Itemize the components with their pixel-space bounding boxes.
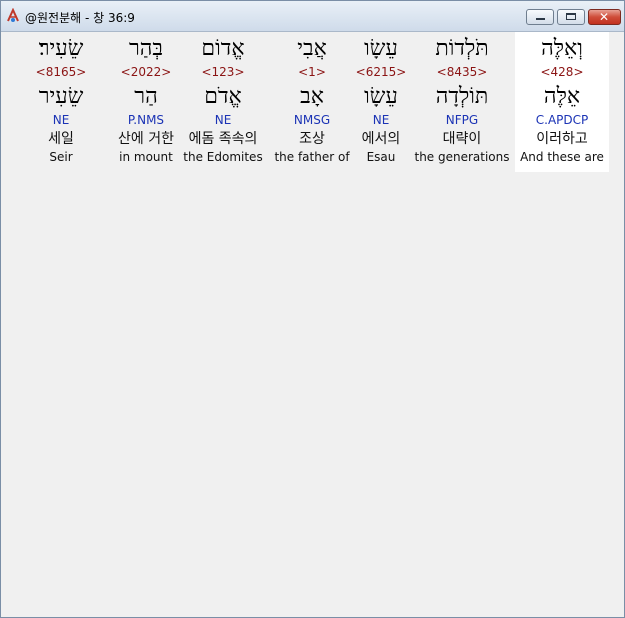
morphology-code: C.APDCP: [535, 113, 589, 127]
maximize-button[interactable]: [557, 9, 585, 25]
english-gloss: in mount: [119, 150, 173, 164]
korean-gloss: 조상: [299, 131, 325, 147]
word-column[interactable]: שֵׂעִיר׃ <8165> שֵׂעִיר NE 세일 Seir: [19, 32, 103, 172]
strong-number[interactable]: <2022>: [103, 65, 189, 79]
hebrew-word: תֹּלְדוֹת: [435, 36, 489, 61]
strong-number[interactable]: <6215>: [351, 65, 411, 79]
korean-gloss: 에서의: [361, 131, 401, 147]
maximize-icon: [566, 13, 576, 20]
korean-gloss: 이러하고: [536, 131, 588, 147]
hebrew-lemma: אָב: [300, 84, 324, 109]
morphology-code: NMSG: [293, 113, 331, 127]
morphology-code: NE: [214, 113, 232, 127]
minimize-icon: [536, 18, 545, 20]
strong-number[interactable]: <1>: [269, 65, 355, 79]
app-window: @원전분해 - 창 36:9 ✕ שֵׂעִיר׃ <8165> שֵׂעִיר…: [0, 0, 625, 618]
english-gloss: Esau: [366, 150, 396, 164]
close-button[interactable]: ✕: [588, 9, 621, 25]
interlinear-panel: שֵׂעִיר׃ <8165> שֵׂעִיר NE 세일 Seir בְּהַ…: [1, 32, 624, 617]
hebrew-word: שֵׂעִיר׃: [38, 36, 84, 61]
strong-number[interactable]: <428>: [515, 65, 609, 79]
app-icon[interactable]: [5, 7, 21, 24]
strong-number[interactable]: <8435>: [413, 65, 511, 79]
english-gloss: And these are: [520, 150, 604, 164]
strong-number[interactable]: <123>: [181, 65, 265, 79]
word-column-selected[interactable]: וְאֵלֶּה <428> אֵלֶּה C.APDCP 이러하고 And t…: [515, 32, 609, 172]
english-gloss: Seir: [49, 150, 73, 164]
morphology-code: NE: [52, 113, 70, 127]
morphology-code: NE: [372, 113, 390, 127]
hebrew-word: אֲבִי: [297, 36, 327, 61]
hebrew-lemma: הַר: [134, 84, 158, 109]
hebrew-word: עֵשָׂו: [364, 36, 398, 61]
hebrew-lemma: תּוֹלְדָה: [435, 84, 489, 109]
morphology-code: P.NMS: [127, 113, 165, 127]
hebrew-lemma: עֵשָׂו: [364, 84, 398, 109]
word-column[interactable]: אֲבִי <1> אָב NMSG 조상 the father of: [269, 32, 355, 172]
title-bar[interactable]: @원전분해 - 창 36:9 ✕: [1, 1, 624, 32]
word-column[interactable]: עֵשָׂו <6215> עֵשָׂו NE 에서의 Esau: [351, 32, 411, 172]
word-column[interactable]: אֱדוֹם <123> אֱדֹם NE 에돔 족속의 the Edomite…: [181, 32, 265, 172]
korean-gloss: 에돔 족속의: [188, 131, 258, 147]
hebrew-lemma: אֵלֶּה: [543, 84, 581, 109]
english-gloss: the father of: [274, 150, 350, 164]
morphology-code: NFPG: [445, 113, 479, 127]
hebrew-word: בְּהַר: [128, 36, 164, 61]
word-column[interactable]: בְּהַר <2022> הַר P.NMS 산에 거한 in mount: [103, 32, 189, 172]
korean-gloss: 세일: [48, 131, 74, 147]
korean-gloss: 산에 거한: [118, 131, 174, 147]
hebrew-lemma: אֱדֹם: [204, 84, 242, 109]
hebrew-lemma: שֵׂעִיר: [38, 84, 84, 109]
hebrew-word: וְאֵלֶּה: [541, 36, 583, 61]
english-gloss: the generations: [414, 150, 510, 164]
strong-number[interactable]: <8165>: [19, 65, 103, 79]
close-icon: ✕: [599, 10, 610, 24]
minimize-button[interactable]: [526, 9, 554, 25]
english-gloss: the Edomites: [183, 150, 263, 164]
hebrew-word: אֱדוֹם: [201, 36, 245, 61]
korean-gloss: 대략이: [442, 131, 482, 147]
word-column[interactable]: תֹּלְדוֹת <8435> תּוֹלְדָה NFPG 대략이 the …: [413, 32, 511, 172]
window-title: @원전분해 - 창 36:9: [25, 11, 135, 25]
